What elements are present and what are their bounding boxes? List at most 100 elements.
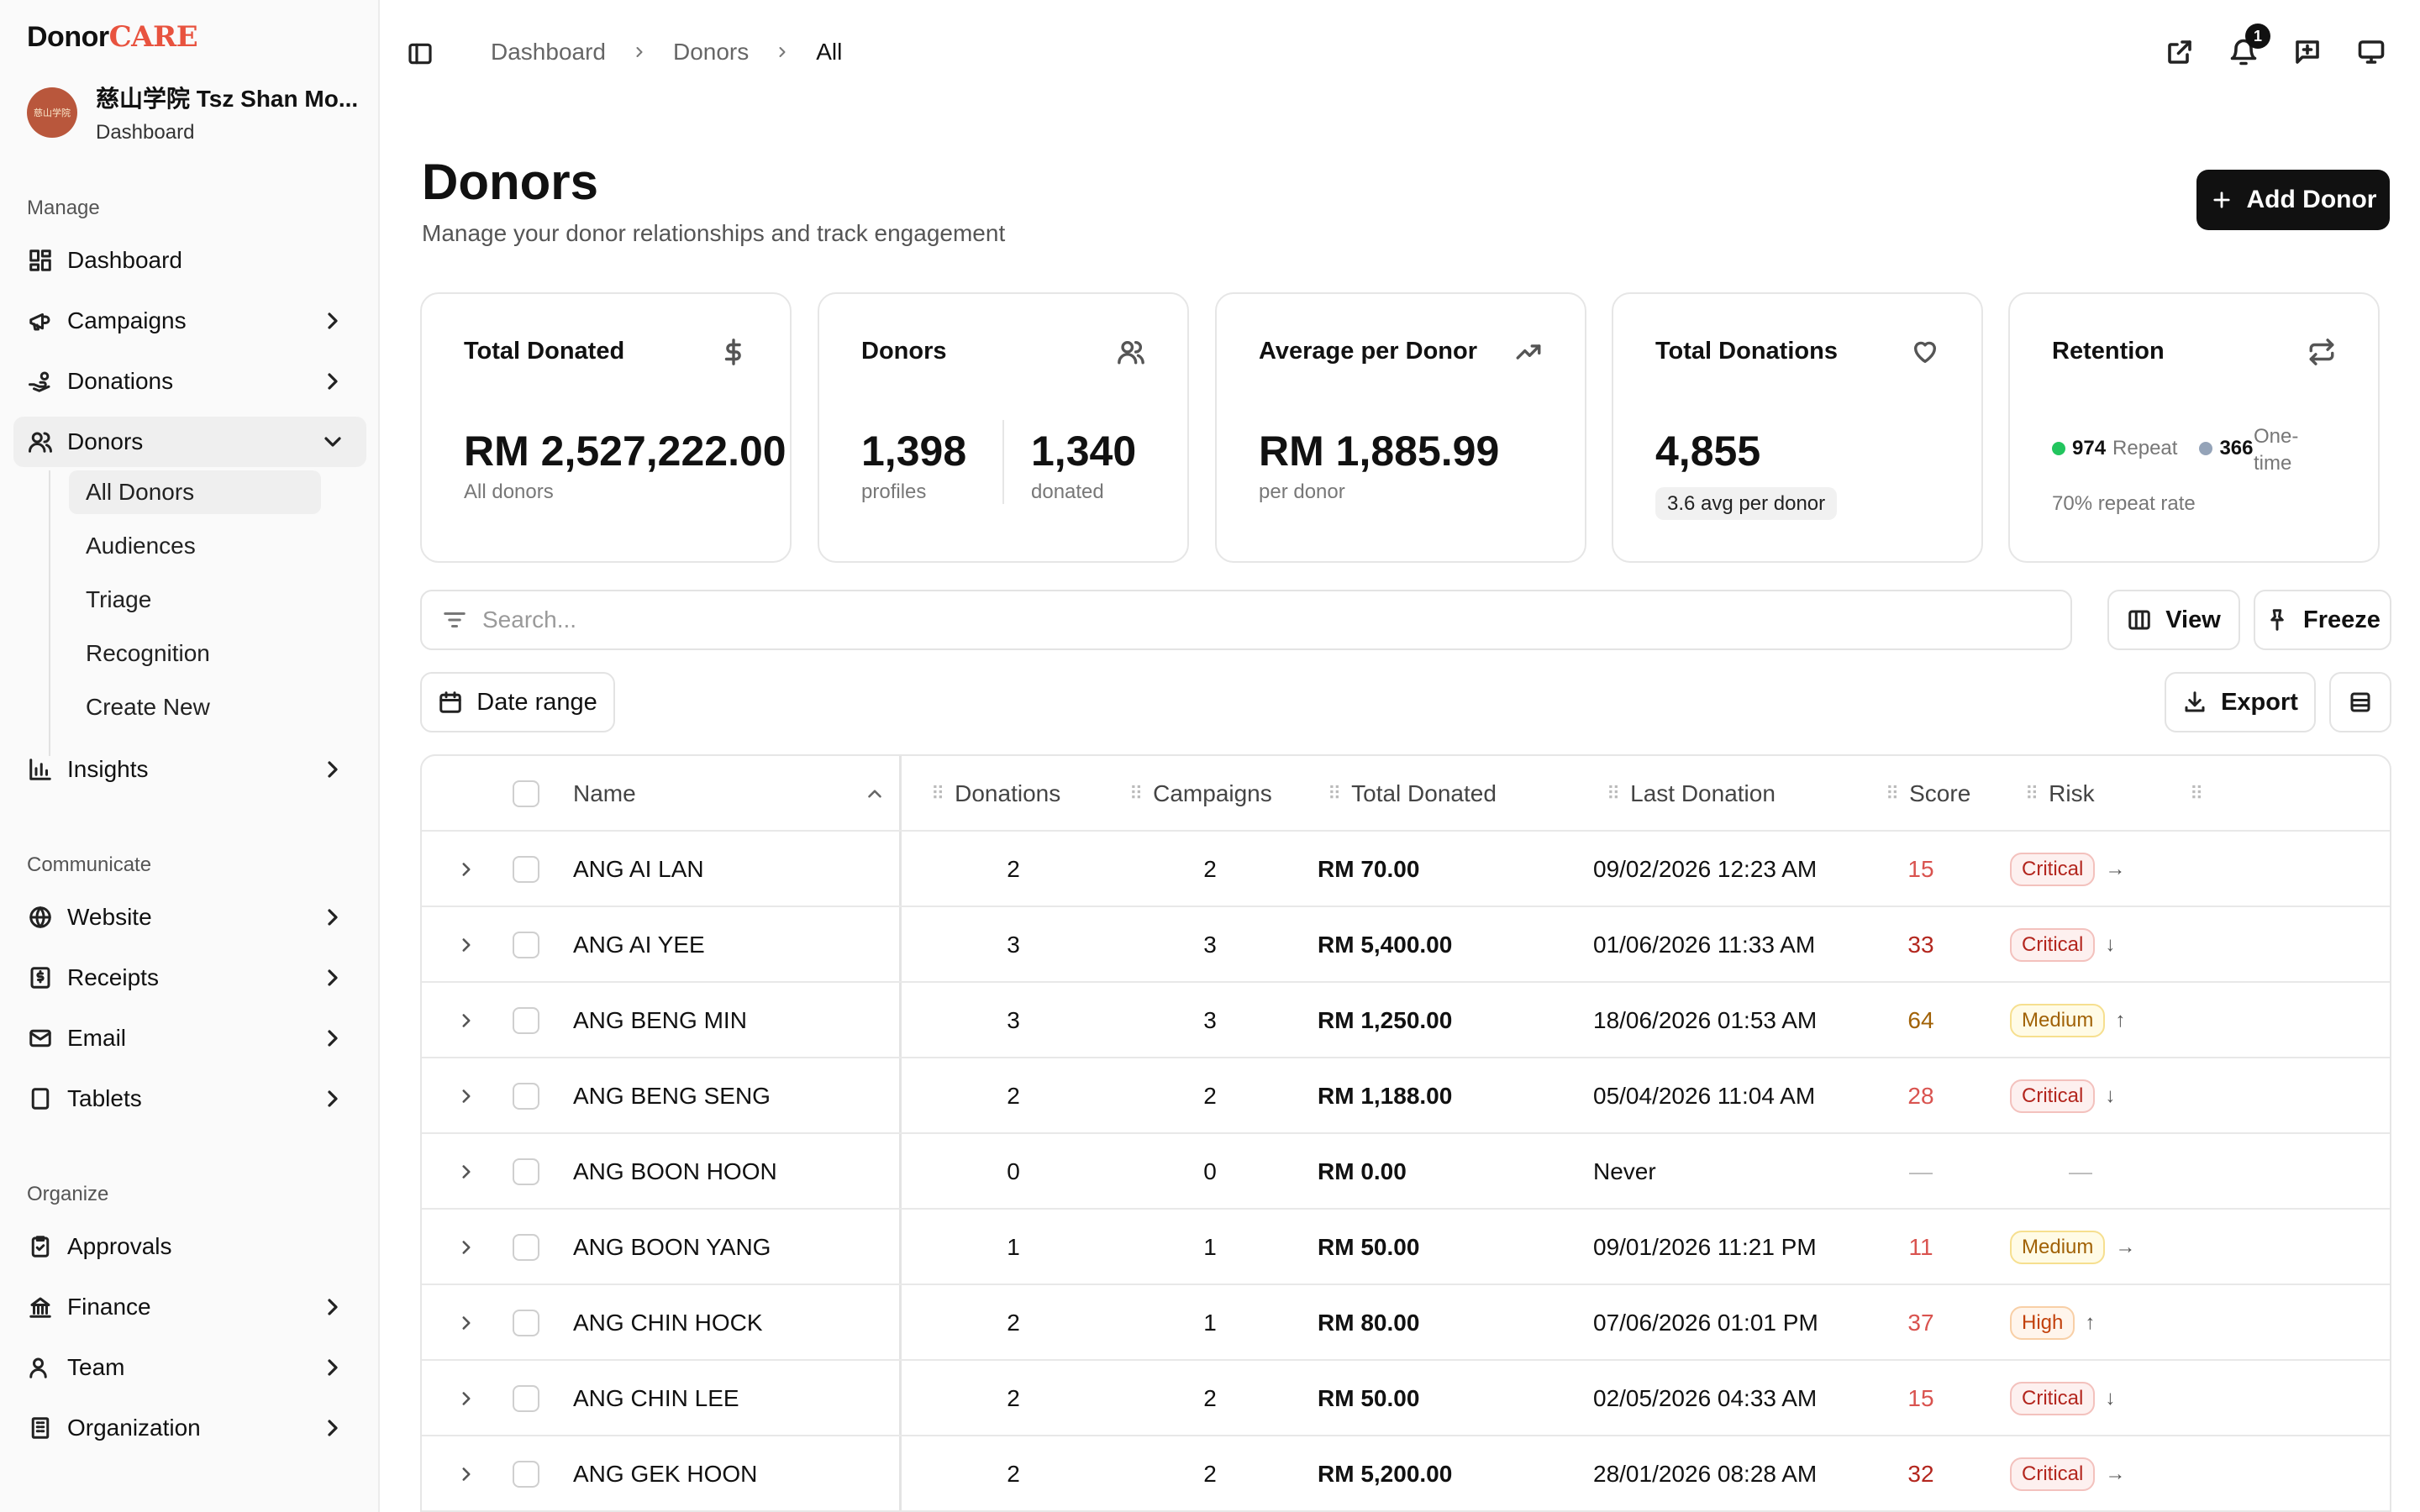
expand-row-button[interactable] [455, 1436, 477, 1512]
export-button[interactable]: Export [2165, 672, 2316, 732]
sidebar-item-label: Insights [67, 756, 149, 782]
row-checkbox[interactable] [513, 1385, 539, 1412]
sidebar-item-approvals[interactable]: Approvals [13, 1221, 366, 1272]
row-checkbox[interactable] [513, 1083, 539, 1110]
column-header-score[interactable]: ⠿ Score [1886, 756, 1970, 832]
sidebar-subitem-recognition[interactable]: Recognition [69, 632, 321, 675]
select-all-checkbox[interactable] [513, 780, 539, 807]
sidebar-item-dashboard[interactable]: Dashboard [13, 235, 366, 286]
sidebar-subitem-triage[interactable]: Triage [69, 578, 321, 622]
table-row[interactable]: ANG BENG MIN 3 3 RM 1,250.00 18/06/2026 01:5… [422, 983, 2390, 1058]
density-button[interactable] [2329, 672, 2391, 732]
grip-icon[interactable]: ⠿ [1328, 783, 1341, 805]
sidebar-item-donors[interactable]: Donors [13, 417, 366, 467]
total-donated: RM 0.00 [1318, 1158, 1407, 1184]
sidebar-item-donations[interactable]: Donations [13, 356, 366, 407]
column-header-donations[interactable]: ⠿ Donations [931, 756, 1060, 832]
sidebar-subitem-all-donors[interactable]: All Donors [69, 470, 321, 514]
date-range-button[interactable]: Date range [420, 672, 615, 732]
sort-asc-icon[interactable] [864, 756, 886, 832]
feedback-button[interactable] [2292, 37, 2323, 67]
expand-row-button[interactable] [455, 1361, 477, 1436]
chevron-right-icon [462, 1392, 471, 1405]
expand-row-button[interactable] [455, 907, 477, 983]
column-header-total-donated[interactable]: ⠿ Total Donated [1328, 756, 1497, 832]
grip-icon[interactable]: ⠿ [1607, 783, 1620, 805]
table-row[interactable]: ANG GEK HOON 2 2 RM 5,200.00 28/01/2026 08:2… [422, 1436, 2390, 1512]
stat-card-average: Average per Donor RM 1,885.99 per donor [1215, 292, 1586, 563]
grip-icon[interactable]: ⠿ [1129, 783, 1143, 805]
breadcrumb-dashboard[interactable]: Dashboard [491, 39, 606, 66]
sidebar-item-finance[interactable]: Finance [13, 1282, 366, 1332]
nav-section-communicate: Communicate [27, 853, 152, 876]
stat-profiles-label: profiles [861, 480, 927, 503]
external-link-button[interactable] [2165, 37, 2195, 67]
donor-name[interactable]: ANG AI LAN [573, 832, 704, 907]
brand-logo[interactable]: DonorCARE [27, 20, 198, 54]
column-header-last-donation[interactable]: ⠿ Last Donation [1607, 756, 1776, 832]
row-checkbox[interactable] [513, 856, 539, 883]
sidebar-item-campaigns[interactable]: Campaigns [13, 296, 366, 346]
search-bar[interactable] [420, 590, 2072, 650]
table-row[interactable]: ANG AI YEE 3 3 RM 5,400.00 01/06/2026 11:33 … [422, 907, 2390, 983]
grip-icon[interactable]: ⠿ [931, 783, 944, 805]
donor-name[interactable]: ANG AI YEE [573, 907, 705, 983]
search-input[interactable] [482, 606, 1995, 633]
freeze-button[interactable]: Freeze [2254, 590, 2391, 650]
row-checkbox[interactable] [513, 1158, 539, 1185]
expand-row-button[interactable] [455, 1285, 477, 1361]
donor-name[interactable]: ANG CHIN HOCK [573, 1285, 763, 1361]
column-header-name[interactable]: Name [573, 756, 636, 832]
filter-icon [444, 612, 466, 627]
table-row[interactable]: ANG BOON HOON 0 0 RM 0.00 Never — — [422, 1134, 2390, 1210]
row-checkbox[interactable] [513, 1310, 539, 1336]
campaigns-count: 0 [1203, 1158, 1217, 1184]
column-header-risk[interactable]: ⠿ Risk [2025, 756, 2095, 832]
user-icon [27, 1354, 54, 1381]
expand-row-button[interactable] [455, 832, 477, 907]
expand-row-button[interactable] [455, 1134, 477, 1210]
expand-row-button[interactable] [455, 1210, 477, 1285]
row-checkbox[interactable] [513, 1234, 539, 1261]
add-donor-button[interactable]: Add Donor [2196, 170, 2390, 230]
sidebar-item-tablets[interactable]: Tablets [13, 1074, 366, 1124]
donor-name[interactable]: ANG BOON HOON [573, 1134, 777, 1210]
donor-name[interactable]: ANG BENG SENG [573, 1058, 771, 1134]
display-button[interactable] [2356, 37, 2386, 67]
sidebar-item-email[interactable]: Email [13, 1013, 366, 1063]
table-row[interactable]: ANG CHIN LEE 2 2 RM 50.00 02/05/2026 04:33 A… [422, 1361, 2390, 1436]
sidebar-item-website[interactable]: Website [13, 892, 366, 942]
table-row[interactable]: ANG BENG SENG 2 2 RM 1,188.00 05/04/2026 11:… [422, 1058, 2390, 1134]
breadcrumb-donors[interactable]: Donors [673, 39, 749, 66]
donor-name[interactable]: ANG BENG MIN [573, 983, 747, 1058]
donor-name[interactable]: ANG BOON YANG [573, 1210, 771, 1285]
grip-icon[interactable]: ⠿ [2190, 783, 2203, 805]
add-donor-label: Add Donor [2246, 186, 2377, 213]
row-checkbox[interactable] [513, 1461, 539, 1488]
sidebar-subitem-create-new[interactable]: Create New [69, 685, 321, 729]
org-switcher[interactable]: 慈山学院 慈山学院 Tsz Shan Mo... Dashboard [27, 81, 358, 144]
row-checkbox[interactable] [513, 932, 539, 958]
donor-name[interactable]: ANG CHIN LEE [573, 1361, 739, 1436]
expand-row-button[interactable] [455, 1058, 477, 1134]
expand-row-button[interactable] [455, 983, 477, 1058]
grip-icon[interactable]: ⠿ [2025, 783, 2039, 805]
column-extra-grip[interactable]: ⠿ [2190, 756, 2213, 832]
landmark-icon [27, 1294, 54, 1320]
column-header-campaigns[interactable]: ⠿ Campaigns [1129, 756, 1272, 832]
table-row[interactable]: ANG AI LAN 2 2 RM 70.00 09/02/2026 12:23 AM 1… [422, 832, 2390, 907]
table-row[interactable]: ANG BOON YANG 1 1 RM 50.00 09/01/2026 11:21 … [422, 1210, 2390, 1285]
sidebar-subitem-audiences[interactable]: Audiences [69, 524, 321, 568]
grip-icon[interactable]: ⠿ [1886, 783, 1899, 805]
table-header: Name ⠿ Donations ⠿ Campaigns ⠿ Total Donate… [422, 756, 2390, 832]
sidebar-item-insights[interactable]: Insights [13, 744, 366, 795]
table-row[interactable]: ANG CHIN HOCK 2 1 RM 80.00 07/06/2026 01:01 … [422, 1285, 2390, 1361]
sidebar-item-receipts[interactable]: Receipts [13, 953, 366, 1003]
view-button[interactable]: View [2107, 590, 2240, 650]
notifications-button[interactable]: 1 [2228, 24, 2270, 67]
donor-name[interactable]: ANG GEK HOON [573, 1436, 757, 1512]
sidebar-item-organization[interactable]: Organization [13, 1403, 366, 1453]
row-checkbox[interactable] [513, 1007, 539, 1034]
sidebar-toggle-icon[interactable] [407, 40, 434, 67]
sidebar-item-team[interactable]: Team [13, 1342, 366, 1393]
